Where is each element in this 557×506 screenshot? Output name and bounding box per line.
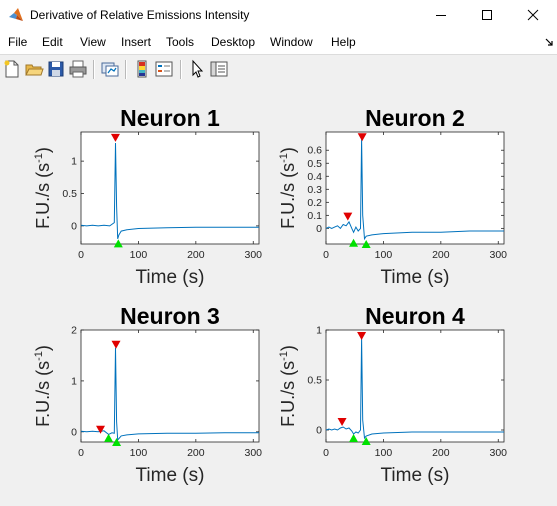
y-tick-label: 0.4 [307, 171, 322, 183]
y-tick-label: 0 [71, 220, 77, 232]
toolbar-separator [180, 60, 182, 79]
y-axis-label-main: F.U./s (s [33, 361, 53, 427]
x-tick-label: 100 [375, 447, 393, 459]
window-title: Derivative of Relative Emissions Intensi… [30, 8, 250, 22]
y-axis-label-sup: -1 [278, 351, 290, 361]
x-tick-label: 300 [244, 447, 262, 459]
menu-bar: File Edit View Insert Tools Desktop Wind… [0, 30, 557, 54]
x-tick-label: 300 [244, 249, 262, 261]
y-tick-label: 0.1 [307, 210, 322, 222]
y-tick-label: 1 [71, 375, 77, 387]
link-plot-icon[interactable] [100, 59, 120, 79]
y-tick-label: 0.2 [307, 197, 322, 209]
axes-box [325, 131, 505, 245]
y-axis-label-main: F.U./s (s [278, 361, 298, 427]
y-tick-label: 0.5 [307, 375, 322, 387]
y-axis-label-close: ) [278, 345, 298, 351]
y-tick-label: 0.3 [307, 184, 322, 196]
x-axis-label: Time (s) [136, 267, 205, 288]
x-tick-label: 200 [187, 249, 205, 261]
subplot-4: 0 100 200 300 0 0.5 1 Neuron 4 Time (s) F.U./s (s… [278, 303, 507, 486]
y-tick-label: 0.5 [62, 188, 77, 200]
y-axis-label: F.U./s (s-1) [33, 345, 53, 427]
y-axis-label: F.U./s (s-1) [278, 345, 298, 427]
x-tick-label: 100 [130, 249, 148, 261]
edit-plot-arrow-icon[interactable] [187, 59, 207, 79]
toolbar-separator [93, 60, 95, 79]
x-axis-label: Time (s) [136, 465, 205, 486]
y-tick-label: 1 [316, 325, 322, 337]
y-axis-label-sup: -1 [33, 153, 45, 163]
axes-box [325, 329, 505, 443]
new-figure-icon[interactable] [2, 59, 22, 79]
subplot-1: 0 100 200 300 0 0.5 1 Neuron 1 Time (s) F.U./s (s… [33, 105, 262, 288]
y-tick-label: 0 [316, 223, 322, 235]
subplot-3: 0 100 200 300 0 1 2 Neuron 3 Time (s) F.U./s (s-1… [33, 303, 262, 486]
menu-tools[interactable]: Tools [166, 35, 194, 49]
axes-box [80, 329, 260, 443]
y-axis-label-main: F.U./s (s [278, 163, 298, 229]
y-axis-label: F.U./s (s-1) [278, 147, 298, 229]
menu-edit[interactable]: Edit [42, 35, 63, 49]
y-axis-label-main: F.U./s (s [33, 163, 53, 229]
toolbar-separator [125, 60, 127, 79]
menu-desktop[interactable]: Desktop [211, 35, 255, 49]
subplot-grid: 0 100 200 30000.51Neuron 1Time (s)F.U./s (s… [33, 105, 507, 486]
title-bar: Derivative of Relative Emissions Intensi… [0, 0, 557, 30]
close-icon [527, 9, 539, 21]
save-icon[interactable] [46, 59, 66, 79]
y-tick-label: 0 [71, 426, 77, 438]
print-icon[interactable] [68, 59, 88, 79]
y-tick-label: 0.6 [307, 145, 322, 157]
open-file-icon[interactable] [24, 59, 44, 79]
x-tick-label: 0 [323, 447, 329, 459]
menu-insert[interactable]: Insert [121, 35, 151, 49]
menu-file[interactable]: File [8, 35, 27, 49]
menu-view[interactable]: View [80, 35, 106, 49]
x-tick-label: 300 [489, 249, 507, 261]
x-axis-label: Time (s) [381, 267, 450, 288]
x-tick-label: 0 [78, 447, 84, 459]
y-tick-label: 0 [316, 425, 322, 437]
x-tick-label: 0 [323, 249, 329, 261]
matlab-logo-icon [9, 8, 23, 21]
y-axis-label-close: ) [33, 147, 53, 153]
x-tick-label: 100 [130, 447, 148, 459]
y-tick-label: 2 [71, 325, 77, 337]
y-axis-label-sup: -1 [278, 153, 290, 163]
maximize-icon [482, 10, 492, 20]
x-tick-label: 200 [432, 249, 450, 261]
y-axis-label: F.U./s (s-1) [33, 147, 53, 229]
subplot-title: Neuron 4 [365, 303, 465, 329]
y-tick-label: 1 [71, 156, 77, 168]
x-tick-label: 100 [375, 249, 393, 261]
toolbar [0, 54, 557, 85]
dock-arrow-icon[interactable] [544, 37, 554, 47]
insert-colorbar-icon[interactable] [132, 59, 152, 79]
y-axis-label-close: ) [278, 147, 298, 153]
menu-help[interactable]: Help [331, 35, 356, 49]
subplot-title: Neuron 3 [120, 303, 220, 329]
insert-legend-icon[interactable] [154, 59, 174, 79]
x-tick-label: 200 [187, 447, 205, 459]
x-tick-label: 200 [432, 447, 450, 459]
x-axis-label: Time (s) [381, 465, 450, 486]
y-tick-label: 0.5 [307, 158, 322, 170]
y-axis-label-close: ) [33, 345, 53, 351]
property-inspector-icon[interactable] [209, 59, 229, 79]
subplot-2: 0 100 200 30000.10.20.30.40.50.6Neuron 2Tim… [278, 105, 507, 288]
menu-window[interactable]: Window [270, 35, 313, 49]
x-tick-label: 300 [489, 447, 507, 459]
subplot-title: Neuron 2 [365, 105, 465, 131]
minimize-icon [436, 15, 446, 16]
close-button[interactable] [510, 0, 556, 30]
x-tick-label: 0 [78, 249, 84, 261]
subplot-title: Neuron 1 [120, 105, 220, 131]
figure-canvas[interactable]: 0 100 200 300 0 0.5 1 Neuron 1 Time (s) F.U./s (s… [0, 84, 557, 501]
y-axis-label-sup: -1 [33, 351, 45, 361]
minimize-button[interactable] [418, 0, 464, 30]
maximize-button[interactable] [464, 0, 510, 30]
